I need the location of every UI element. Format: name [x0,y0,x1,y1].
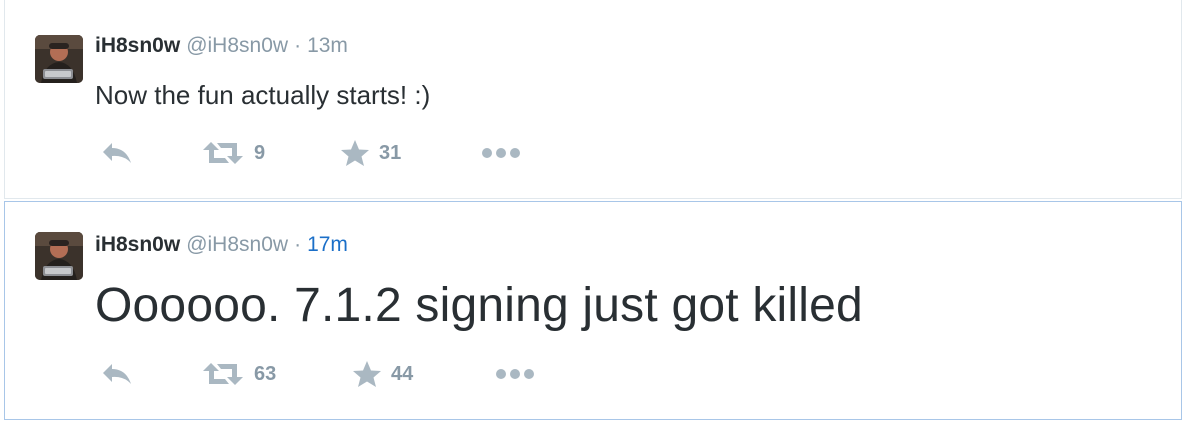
separator: · [294,34,302,57]
tweet-text: Now the fun actually starts! :) [95,80,431,110]
tweet[interactable]: iH8sn0w @iH8sn0w · 17m Oooooo. 7.1.2 sig… [4,201,1182,420]
tweet-text: Oooooo. 7.1.2 signing just got killed [95,279,863,332]
separator: · [294,233,302,256]
more-icon [496,369,534,379]
retweet-count: 9 [254,141,266,164]
retweet-count: 63 [254,362,277,385]
more-button[interactable] [481,138,521,168]
reply-icon [103,364,131,384]
favorite-icon [341,140,369,166]
retweet-icon [203,363,243,385]
username[interactable]: @iH8sn0w [186,34,288,58]
tweet-header: iH8sn0w @iH8sn0w · 13m [95,34,348,58]
retweet-button[interactable]: 63 [201,359,276,389]
more-icon [482,148,520,158]
retweet-icon [203,142,243,164]
more-button[interactable] [495,359,535,389]
tweet-header: iH8sn0w @iH8sn0w · 17m [95,233,348,257]
retweet-button[interactable]: 9 [201,138,265,168]
reply-button[interactable] [99,138,135,168]
timestamp[interactable]: 17m [307,233,348,257]
favorite-count: 44 [391,362,414,385]
favorite-button[interactable]: 31 [340,138,401,168]
tweet[interactable]: iH8sn0w @iH8sn0w · 13m Now the fun actua… [4,0,1182,199]
tweet-actions: 63 44 [5,359,1181,389]
avatar[interactable] [35,35,83,83]
timestamp[interactable]: 13m [307,34,348,58]
avatar[interactable] [35,232,83,280]
tweet-actions: 9 31 [5,138,1181,168]
fullname[interactable]: iH8sn0w [95,34,180,58]
username[interactable]: @iH8sn0w [186,233,288,257]
favorite-icon [353,361,381,387]
fullname[interactable]: iH8sn0w [95,233,180,257]
favorite-button[interactable]: 44 [352,359,413,389]
reply-icon [103,143,131,163]
reply-button[interactable] [99,359,135,389]
favorite-count: 31 [379,141,402,164]
